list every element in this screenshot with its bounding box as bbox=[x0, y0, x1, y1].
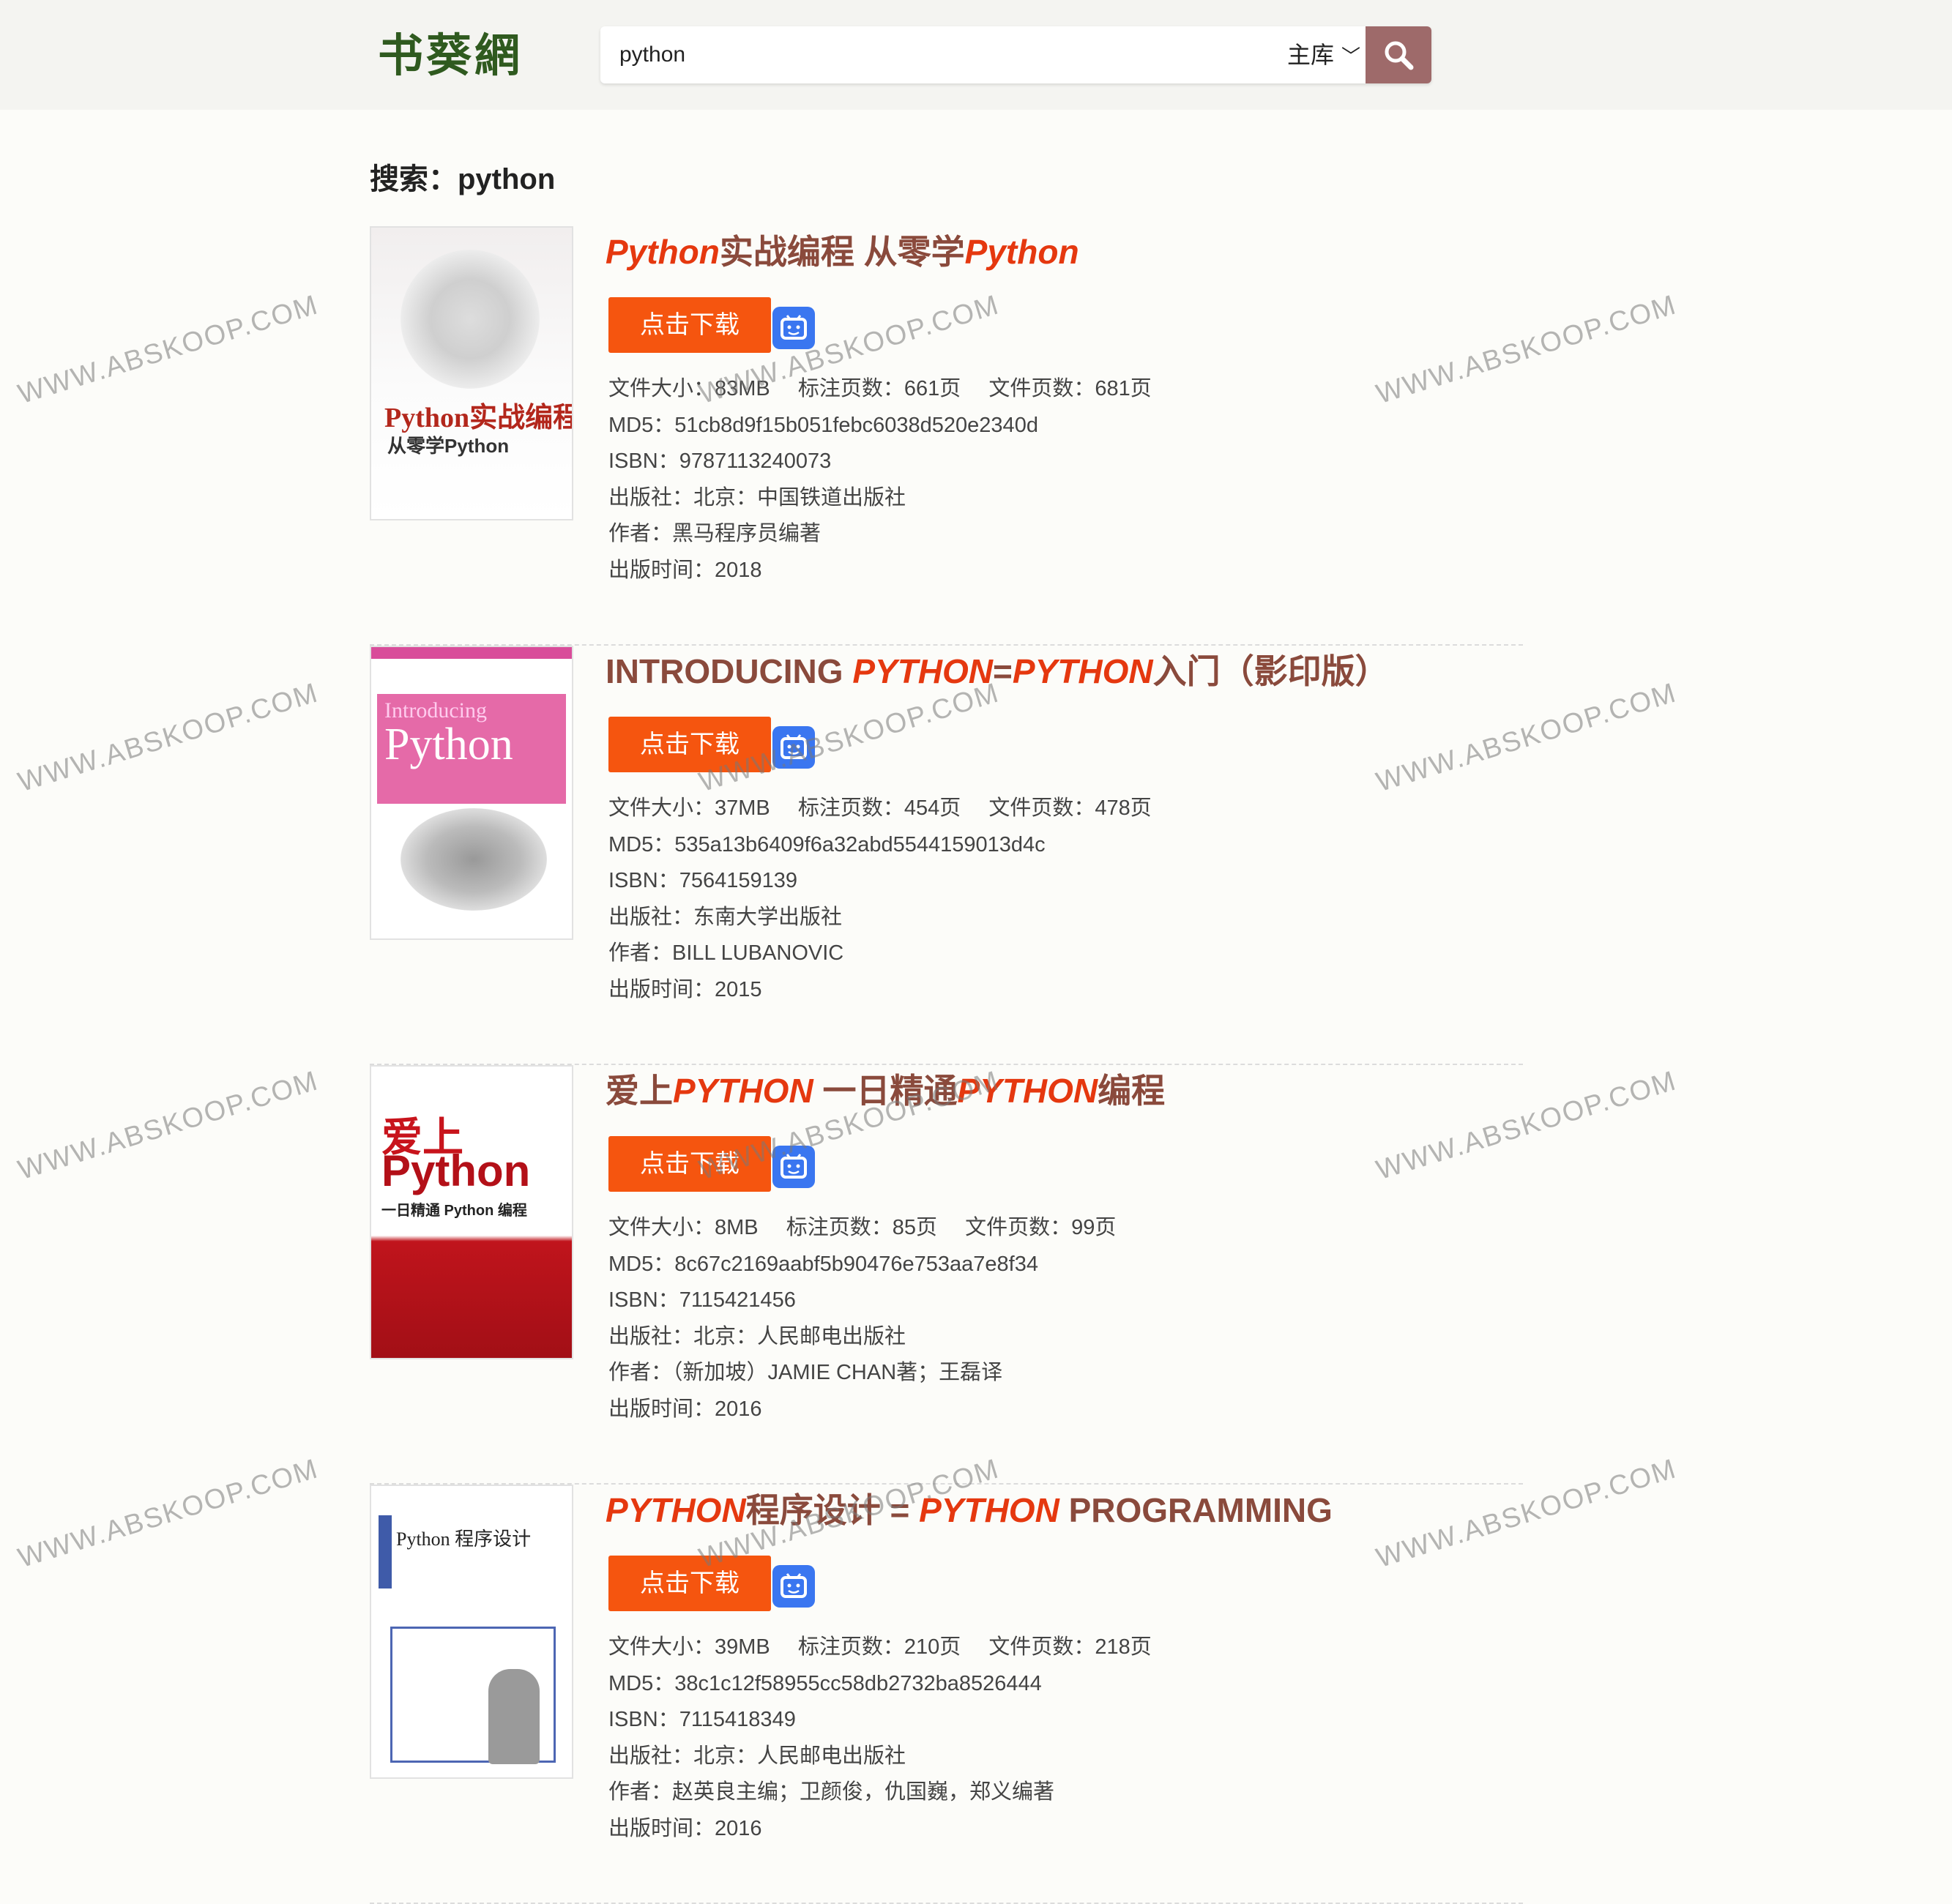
robot-icon[interactable] bbox=[772, 726, 815, 769]
top-header: 书葵網 主库 ﹀ bbox=[0, 0, 1952, 110]
search-button[interactable] bbox=[1366, 26, 1431, 83]
book-cover[interactable]: Python 程序设计 bbox=[370, 1485, 573, 1779]
book-result: Python 程序设计 PYTHON程序设计 = PYTHON PROGRAMM… bbox=[370, 1485, 1523, 1904]
md5-row: MD5：8c67c2169aabf5b90476e753aa7e8f34 bbox=[608, 1252, 1038, 1276]
file-stats: 文件大小：39MB 标注页数：210页 文件页数：218页 bbox=[608, 1635, 1152, 1659]
download-button[interactable]: 点击下载 bbox=[608, 297, 771, 353]
book-info: 文件大小：39MB 标注页数：210页 文件页数：218页 MD5：38c1c1… bbox=[608, 1629, 1152, 1847]
search-icon bbox=[1385, 41, 1414, 70]
search-bar: 主库 ﹀ bbox=[600, 26, 1431, 83]
book-result: Introducing Python INTRODUCING PYTHON=PY… bbox=[370, 646, 1523, 1065]
cover-subtitle: Python bbox=[384, 720, 513, 769]
book-result: 爱上 Python 一日精通 Python 编程 爱上PYTHON 一日精通PY… bbox=[370, 1065, 1523, 1485]
publisher-row: 出版社：北京：人民邮电出版社 bbox=[608, 1324, 906, 1348]
search-input[interactable] bbox=[619, 26, 1278, 83]
book-cover[interactable]: Introducing Python bbox=[370, 646, 573, 940]
library-select-label: 主库 bbox=[1287, 41, 1335, 69]
watermark-text: WWW.ABSKOOP.COM bbox=[15, 1065, 322, 1187]
book-title[interactable]: PYTHON程序设计 = PYTHON PROGRAMMING bbox=[606, 1485, 1557, 1536]
watermark-text: WWW.ABSKOOP.COM bbox=[15, 289, 322, 411]
author-row: 作者：BILL LUBANOVIC bbox=[608, 941, 844, 965]
md5-row: MD5：535a13b6409f6a32abd5544159013d4c bbox=[608, 832, 1046, 856]
publisher-row: 出版社：东南大学出版社 bbox=[608, 905, 843, 929]
search-heading-query: python bbox=[458, 163, 556, 195]
cover-subtitle: Python bbox=[381, 1146, 531, 1195]
md5-row: MD5：38c1c12f58955cc58db2732ba8526444 bbox=[608, 1671, 1042, 1695]
cover-tag: 一日精通 Python 编程 bbox=[381, 1203, 527, 1219]
book-result: Python实战编程: 从零学Python Python实战编程 从零学Pyth… bbox=[370, 226, 1523, 646]
file-stats: 文件大小：83MB 标注页数：661页 文件页数：681页 bbox=[608, 377, 1152, 400]
pubtime-row: 出版时间：2016 bbox=[608, 1397, 762, 1421]
robot-icon[interactable] bbox=[772, 1565, 815, 1608]
author-row: 作者：（新加坡）JAMIE CHAN著；王磊译 bbox=[608, 1361, 1003, 1384]
author-row: 作者：赵英良主编；卫颜俊，仇国巍，郑义编著 bbox=[608, 1780, 1055, 1804]
watermark-text: WWW.ABSKOOP.COM bbox=[15, 1453, 322, 1575]
download-button[interactable]: 点击下载 bbox=[608, 1136, 771, 1192]
book-cover[interactable]: 爱上 Python 一日精通 Python 编程 bbox=[370, 1065, 573, 1359]
publisher-row: 出版社：北京：人民邮电出版社 bbox=[608, 1744, 906, 1768]
search-heading-label: 搜索： bbox=[370, 163, 458, 196]
isbn-row: ISBN：9787113240073 bbox=[608, 449, 832, 473]
chevron-down-icon: ﹀ bbox=[1341, 46, 1361, 68]
author-row: 作者：黑马程序员编著 bbox=[608, 522, 822, 545]
pubtime-row: 出版时间：2016 bbox=[608, 1816, 762, 1840]
book-info: 文件大小：8MB 标注页数：85页 文件页数：99页 MD5：8c67c2169… bbox=[608, 1210, 1116, 1427]
isbn-row: ISBN：7115418349 bbox=[608, 1708, 796, 1731]
book-cover[interactable]: Python实战编程: 从零学Python bbox=[370, 226, 573, 520]
download-button[interactable]: 点击下载 bbox=[608, 1556, 771, 1611]
site-logo[interactable]: 书葵網 bbox=[378, 29, 523, 82]
library-select[interactable]: 主库 ﹀ bbox=[1287, 26, 1360, 83]
robot-icon[interactable] bbox=[772, 307, 815, 349]
pubtime-row: 出版时间：2015 bbox=[608, 977, 762, 1001]
robot-icon[interactable] bbox=[772, 1146, 815, 1188]
page-title: 搜索：python bbox=[370, 155, 555, 198]
book-info: 文件大小：83MB 标注页数：661页 文件页数：681页 MD5：51cb8d… bbox=[608, 371, 1152, 589]
file-stats: 文件大小：37MB 标注页数：454页 文件页数：478页 bbox=[608, 796, 1152, 820]
download-button[interactable]: 点击下载 bbox=[608, 717, 771, 772]
cover-subtitle: 从零学Python bbox=[387, 435, 510, 457]
book-info: 文件大小：37MB 标注页数：454页 文件页数：478页 MD5：535a13… bbox=[608, 791, 1152, 1008]
isbn-row: ISBN：7564159139 bbox=[608, 869, 797, 892]
isbn-row: ISBN：7115421456 bbox=[608, 1288, 796, 1312]
cover-title: Python实战编程: bbox=[384, 403, 573, 433]
pubtime-row: 出版时间：2018 bbox=[608, 558, 762, 582]
publisher-row: 出版社：北京：中国铁道出版社 bbox=[608, 485, 906, 509]
book-title[interactable]: INTRODUCING PYTHON=PYTHON入门（影印版） bbox=[606, 646, 1557, 697]
file-stats: 文件大小：8MB 标注页数：85页 文件页数：99页 bbox=[608, 1216, 1117, 1239]
book-title[interactable]: 爱上PYTHON 一日精通PYTHON编程 bbox=[606, 1065, 1557, 1116]
watermark-text: WWW.ABSKOOP.COM bbox=[15, 677, 322, 799]
cover-title: Python 程序设计 bbox=[396, 1528, 532, 1550]
book-title[interactable]: Python实战编程 从零学Python bbox=[606, 226, 1557, 277]
md5-row: MD5：51cb8d9f15b051febc6038d520e2340d bbox=[608, 413, 1038, 437]
